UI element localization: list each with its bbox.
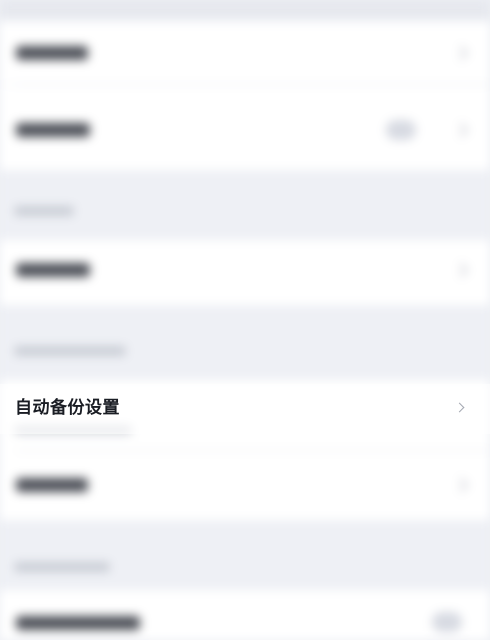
blurred-section-header — [14, 206, 74, 216]
blurred-header-strip — [0, 0, 490, 18]
blurred-section-header — [14, 562, 110, 572]
blurred-divider — [16, 450, 490, 451]
blurred-row-label — [16, 263, 90, 277]
auto-backup-settings-row[interactable]: 自动备份设置 — [0, 384, 490, 434]
blurred-section-gap — [0, 520, 490, 590]
blurred-row-label — [16, 616, 140, 630]
blurred-badge — [432, 612, 462, 632]
blurred-section-header — [14, 346, 126, 356]
auto-backup-settings-label: 自动备份设置 — [15, 398, 120, 418]
blurred-section-gap — [0, 305, 490, 380]
blurred-row-label — [16, 46, 88, 60]
blurred-badge — [386, 120, 416, 140]
blurred-row-label — [16, 478, 88, 492]
blurred-row-label — [16, 123, 90, 137]
blurred-row — [0, 590, 490, 640]
blurred-section-gap — [0, 170, 490, 240]
blurred-settings-background — [0, 0, 490, 640]
